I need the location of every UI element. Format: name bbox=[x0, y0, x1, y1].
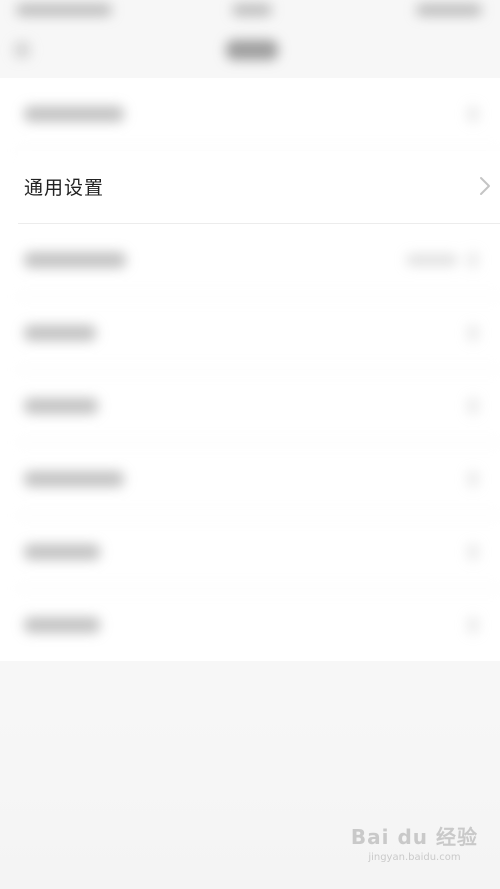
status-time bbox=[232, 4, 272, 16]
status-battery bbox=[416, 4, 482, 16]
settings-item-label bbox=[24, 398, 98, 414]
settings-item-6[interactable] bbox=[18, 443, 500, 516]
status-bar bbox=[0, 0, 500, 28]
settings-item-3[interactable] bbox=[18, 224, 500, 297]
settings-item-value bbox=[406, 254, 458, 266]
status-carrier bbox=[16, 4, 112, 16]
chevron-right-icon bbox=[468, 106, 478, 122]
nav-bar bbox=[0, 28, 500, 74]
settings-item-label bbox=[24, 471, 124, 487]
watermark-site: jingyan.baidu.com bbox=[368, 852, 461, 863]
settings-item-4[interactable] bbox=[18, 297, 500, 370]
watermark: Bai du 经验 jingyan.baidu.com bbox=[351, 821, 478, 863]
chevron-right-icon bbox=[468, 617, 478, 633]
settings-item-label bbox=[24, 325, 96, 341]
watermark-brand: Bai du 经验 bbox=[350, 825, 478, 849]
settings-item-label bbox=[24, 617, 100, 633]
chevron-right-icon bbox=[468, 471, 478, 487]
settings-item-7[interactable] bbox=[18, 516, 500, 589]
chevron-right-icon bbox=[468, 252, 478, 268]
settings-item-label bbox=[24, 106, 124, 122]
chevron-right-icon bbox=[480, 177, 490, 195]
page-title bbox=[226, 40, 278, 60]
settings-item-1[interactable] bbox=[18, 78, 500, 151]
settings-list: 通用设置 bbox=[0, 78, 500, 661]
settings-item-8[interactable] bbox=[18, 589, 500, 661]
settings-item-label bbox=[24, 252, 126, 268]
chevron-right-icon bbox=[468, 398, 478, 414]
chevron-right-icon bbox=[468, 544, 478, 560]
chevron-right-icon bbox=[468, 325, 478, 341]
settings-item-label: 通用设置 bbox=[24, 177, 105, 199]
settings-screen: 通用设置 Bai du 经验 jingyan.baidu.com bbox=[0, 0, 500, 889]
settings-item-label bbox=[24, 544, 100, 560]
settings-item-5[interactable] bbox=[18, 370, 500, 443]
back-arrow-icon[interactable] bbox=[14, 42, 30, 58]
settings-item-general[interactable]: 通用设置 bbox=[18, 151, 500, 224]
